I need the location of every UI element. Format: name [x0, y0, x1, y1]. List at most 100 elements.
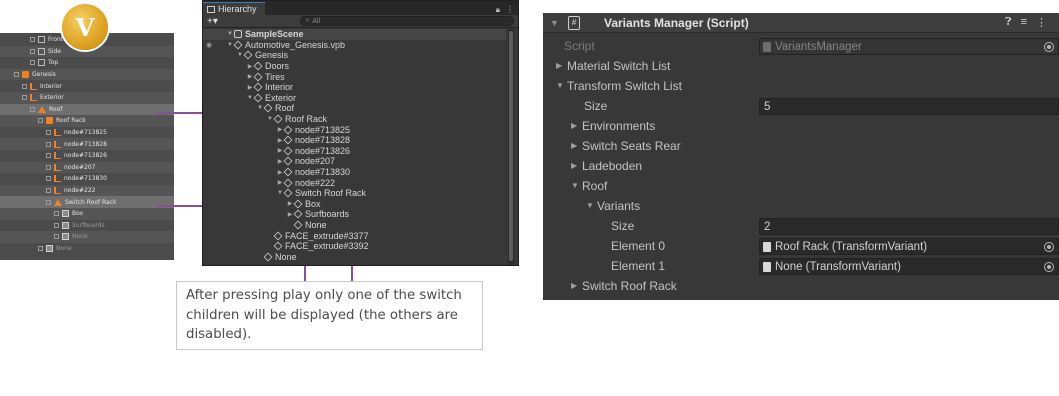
object-picker-icon[interactable]	[1044, 242, 1054, 252]
hierarchy-item-node-713825[interactable]: ▶ node#713825	[276, 124, 350, 135]
hierarchy-item-switch-roof-rack[interactable]: ▼ Switch Roof Rack	[276, 188, 366, 199]
vred-visibility-checkbox[interactable]	[46, 130, 51, 136]
hierarchy-item-node-713826[interactable]: ▶ node#713826	[276, 146, 350, 157]
vred-node-exterior[interactable]: Exterior	[0, 92, 174, 104]
vred-visibility-checkbox[interactable]	[54, 234, 59, 240]
hierarchy-item-box[interactable]: ▶ Box	[286, 199, 321, 210]
property-roof[interactable]: ▼ Roof	[543, 176, 1059, 196]
vred-visibility-checkbox[interactable]	[30, 106, 35, 112]
vred-node-none[interactable]: None	[0, 243, 174, 255]
hierarchy-item-genesis[interactable]: ▼ Genesis	[236, 50, 288, 61]
property-variants[interactable]: ▼ Variants	[543, 196, 1059, 216]
scene-row[interactable]: ▼ SampleScene	[203, 29, 506, 40]
vred-node-roof-rack[interactable]: Roof Rack	[0, 115, 174, 127]
hierarchy-item-roof-rack[interactable]: ▼ Roof Rack	[266, 114, 327, 125]
foldout-collapsed-icon[interactable]: ▶	[556, 61, 562, 70]
hierarchy-item-none[interactable]: None	[286, 220, 327, 231]
vred-node-node-222[interactable]: node#222	[0, 184, 174, 197]
hierarchy-item-face-extrude-3392[interactable]: FACE_extrude#3392	[266, 241, 369, 252]
hierarchy-scrollbar-thumb[interactable]	[509, 31, 513, 261]
vred-node-node-207[interactable]: node#207	[0, 161, 174, 174]
vred-node-switch-roof-rack[interactable]: Switch Roof Rack	[0, 196, 174, 208]
property-transform-switch-list[interactable]: ▼ Transform Switch List	[543, 76, 1059, 96]
int-field[interactable]: 5	[759, 98, 1059, 115]
component-header[interactable]: ▼ # Variants Manager (Script) ❓︎ ≡ ⋮	[543, 13, 1059, 33]
vred-node-node-713826[interactable]: node#713826	[0, 150, 174, 162]
hierarchy-item-interior[interactable]: ▶ Interior	[246, 82, 293, 93]
foldout-expanded-icon[interactable]: ▼	[556, 81, 564, 90]
property-material-switch-list[interactable]: ▶ Material Switch List	[543, 56, 1059, 76]
property-environments[interactable]: ▶ Environments	[543, 116, 1059, 136]
vred-visibility-checkbox[interactable]	[30, 48, 35, 54]
vred-visibility-checkbox[interactable]	[54, 222, 59, 228]
vred-node-node-713828[interactable]: node#713828	[0, 138, 174, 150]
vred-node-box[interactable]: Box	[0, 208, 174, 220]
add-object-button[interactable]: +▾	[207, 16, 224, 27]
hierarchy-search-field[interactable]: ⌕ All	[300, 16, 514, 26]
tab-menu-icon[interactable]: ⋮	[506, 5, 514, 15]
collapsed-arrow-icon[interactable]: ▶	[276, 137, 284, 144]
hierarchy-item-exterior[interactable]: ▼ Exterior	[246, 93, 296, 104]
expanded-arrow-icon[interactable]: ▼	[236, 52, 244, 58]
tab-hierarchy[interactable]: Hierarchy	[203, 2, 265, 15]
hierarchy-item-roof[interactable]: ▼ Roof	[256, 103, 294, 114]
vred-visibility-checkbox[interactable]	[38, 118, 43, 124]
foldout-collapsed-icon[interactable]: ▶	[571, 121, 577, 130]
hierarchy-item-automotive-genesis-vpb[interactable]: ▼ Automotive_Genesis.vpb	[226, 40, 345, 51]
vred-visibility-checkbox[interactable]	[46, 141, 51, 147]
vred-node-node-713825[interactable]: node#713825	[0, 127, 174, 139]
vred-visibility-checkbox[interactable]	[46, 188, 51, 194]
expanded-arrow-icon[interactable]: ▼	[226, 31, 234, 37]
collapsed-arrow-icon[interactable]: ▶	[276, 158, 284, 165]
vred-node-genesis[interactable]: Genesis	[0, 68, 174, 81]
vred-visibility-checkbox[interactable]	[46, 164, 51, 170]
int-field[interactable]: 2	[759, 218, 1059, 235]
hierarchy-item-node-207[interactable]: ▶ node#207	[276, 156, 335, 167]
hierarchy-item-none[interactable]: None	[256, 252, 297, 263]
vred-node-node-713830[interactable]: node#713830	[0, 173, 174, 185]
vred-visibility-checkbox[interactable]	[46, 199, 51, 205]
hierarchy-item-node-222[interactable]: ▶ node#222	[276, 177, 335, 188]
help-icon[interactable]: ❓︎	[1005, 16, 1012, 29]
hierarchy-item-face-extrude-3377[interactable]: FACE_extrude#3377	[266, 230, 369, 241]
vred-visibility-checkbox[interactable]	[46, 176, 51, 182]
expanded-arrow-icon[interactable]: ▼	[276, 190, 284, 196]
vred-visibility-checkbox[interactable]	[22, 83, 27, 89]
property-switch-roof-rack[interactable]: ▶ Switch Roof Rack	[543, 276, 1059, 296]
vred-visibility-checkbox[interactable]	[14, 72, 19, 78]
vred-visibility-checkbox[interactable]	[46, 153, 51, 159]
lock-icon[interactable]: 🔒︎	[496, 5, 500, 15]
vred-visibility-checkbox[interactable]	[30, 60, 35, 66]
component-foldout-icon[interactable]: ▼	[550, 18, 562, 28]
vred-node-top[interactable]: Top	[0, 57, 174, 69]
vred-node-surfboards[interactable]: Surfboards	[0, 220, 174, 232]
presets-icon[interactable]: ≡	[1021, 16, 1027, 29]
object-picker-icon[interactable]	[1044, 262, 1054, 272]
collapsed-arrow-icon[interactable]: ▶	[286, 211, 294, 218]
property-switch-seats-rear[interactable]: ▶ Switch Seats Rear	[543, 136, 1059, 156]
object-field[interactable]: Roof Rack (TransformVariant)	[759, 238, 1059, 255]
foldout-expanded-icon[interactable]: ▼	[586, 201, 594, 210]
hierarchy-item-surfboards[interactable]: ▶ Surfboards	[286, 209, 349, 220]
foldout-collapsed-icon[interactable]: ▶	[571, 161, 577, 170]
object-field[interactable]: None (TransformVariant)	[759, 258, 1059, 275]
visibility-eye-icon[interactable]: ◉	[206, 41, 212, 49]
vred-visibility-checkbox[interactable]	[30, 37, 35, 43]
hierarchy-item-node-713830[interactable]: ▶ node#713830	[276, 167, 350, 178]
vred-node-roof[interactable]: Roof	[0, 103, 174, 116]
vred-visibility-checkbox[interactable]	[38, 246, 43, 252]
hierarchy-item-tires[interactable]: ▶ Tires	[246, 71, 285, 82]
foldout-collapsed-icon[interactable]: ▶	[571, 141, 577, 150]
hierarchy-scrollbar[interactable]	[508, 29, 514, 265]
foldout-expanded-icon[interactable]: ▼	[571, 181, 579, 190]
vred-node-interior[interactable]: Interior	[0, 80, 174, 92]
foldout-collapsed-icon[interactable]: ▶	[571, 281, 577, 290]
vred-visibility-checkbox[interactable]	[22, 95, 27, 101]
vred-visibility-checkbox[interactable]	[54, 211, 59, 217]
vred-node-none[interactable]: None	[0, 231, 174, 243]
hierarchy-item-doors[interactable]: ▶ Doors	[246, 61, 289, 72]
expanded-arrow-icon[interactable]: ▼	[256, 105, 264, 111]
collapsed-arrow-icon[interactable]: ▶	[246, 84, 254, 91]
component-menu-icon[interactable]: ⋮	[1036, 16, 1047, 29]
property-ladeboden[interactable]: ▶ Ladeboden	[543, 156, 1059, 176]
